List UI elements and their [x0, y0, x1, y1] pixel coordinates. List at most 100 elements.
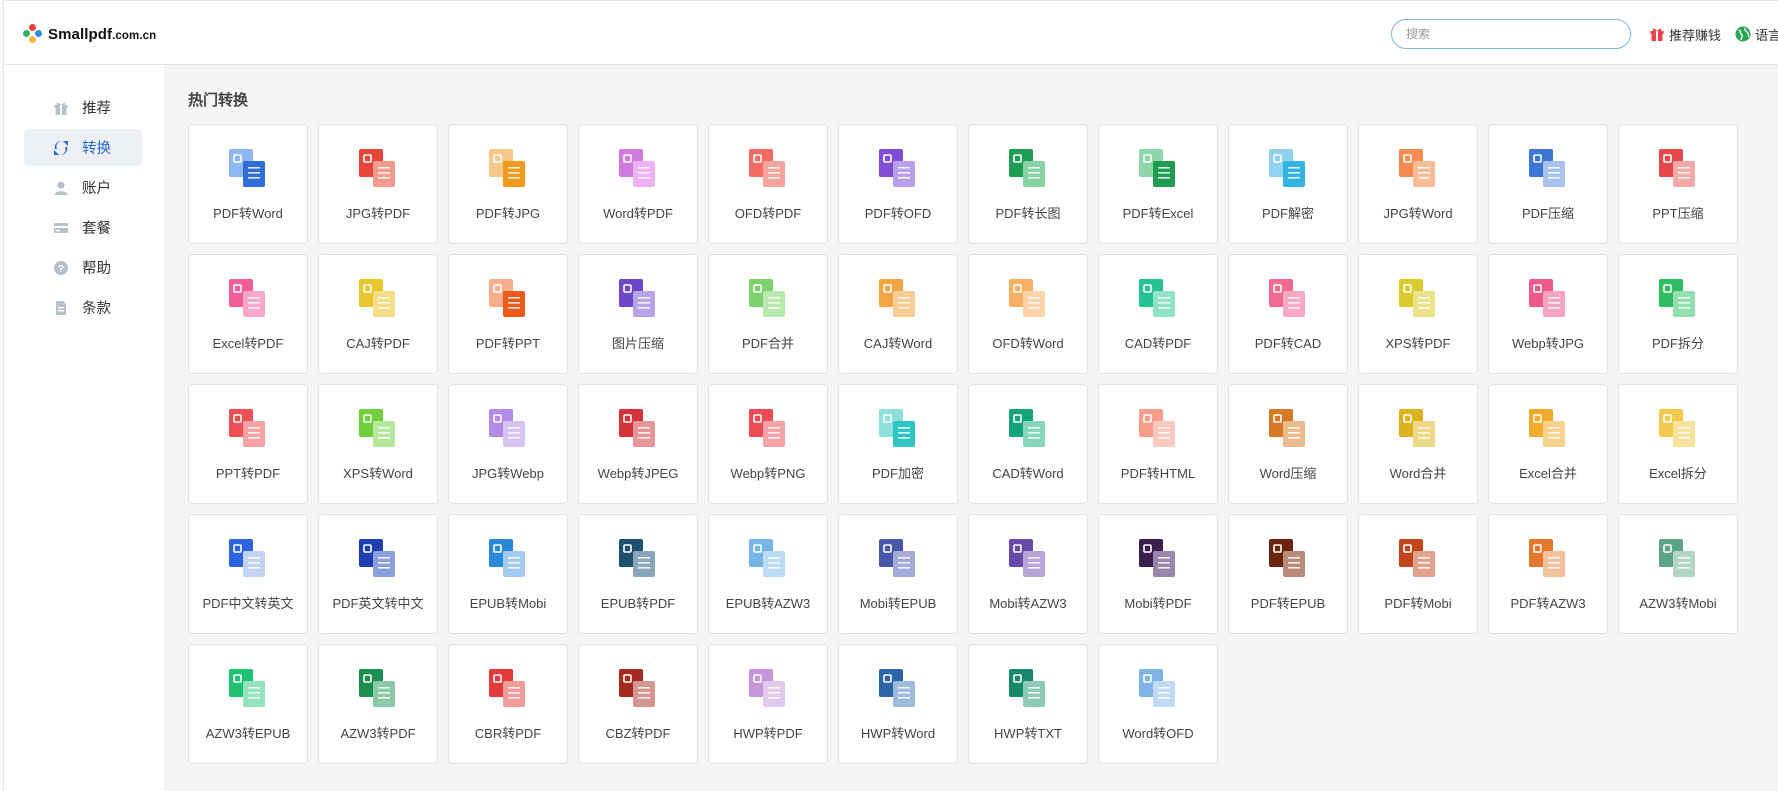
tool-card[interactable]: XPS转PDF	[1358, 254, 1478, 374]
tool-card[interactable]: XPS转Word	[318, 384, 438, 504]
tool-card[interactable]: PDF中文转英文	[188, 514, 308, 634]
tool-card[interactable]: JPG转PDF	[318, 124, 438, 244]
tool-card[interactable]: JPG转Word	[1358, 124, 1478, 244]
pdf-english-to-chinese-icon	[359, 539, 395, 577]
sidebar-item-terms[interactable]: 条款	[24, 289, 142, 326]
word-compress-icon	[1269, 409, 1305, 447]
tool-card[interactable]: PDF转PPT	[448, 254, 568, 374]
tool-card[interactable]: PDF合并	[708, 254, 828, 374]
tool-card-label: PDF解密	[1261, 206, 1314, 221]
pdf-to-jpg-icon	[489, 149, 525, 187]
tool-card[interactable]: PPT压缩	[1618, 124, 1738, 244]
tool-card[interactable]: CBR转PDF	[448, 644, 568, 764]
tool-card[interactable]: Excel拆分	[1618, 384, 1738, 504]
tool-card[interactable]: CAJ转PDF	[318, 254, 438, 374]
tool-card[interactable]: PDF转OFD	[838, 124, 958, 244]
tool-card-label: Mobi转PDF	[1124, 596, 1192, 611]
tool-card[interactable]: CBZ转PDF	[578, 644, 698, 764]
tool-card[interactable]: PPT转PDF	[188, 384, 308, 504]
pdf-to-long-image-icon	[1009, 149, 1045, 187]
tool-card[interactable]: Mobi转PDF	[1098, 514, 1218, 634]
tool-card[interactable]: EPUB转PDF	[578, 514, 698, 634]
tool-card[interactable]: Word转OFD	[1098, 644, 1218, 764]
tool-card[interactable]: Excel转PDF	[188, 254, 308, 374]
tool-card[interactable]: PDF转EPUB	[1228, 514, 1348, 634]
tool-card[interactable]: JPG转Webp	[448, 384, 568, 504]
search-input[interactable]	[1391, 19, 1631, 49]
tool-card[interactable]: Word压缩	[1228, 384, 1348, 504]
tool-card[interactable]: Word合并	[1358, 384, 1478, 504]
tool-card[interactable]: PDF拆分	[1618, 254, 1738, 374]
tool-card[interactable]: 图片压缩	[578, 254, 698, 374]
sidebar-item-help[interactable]: ? 帮助	[24, 249, 142, 286]
tool-card[interactable]: AZW3转PDF	[318, 644, 438, 764]
azw3-to-pdf-icon	[359, 669, 395, 707]
referral-link[interactable]: 推荐赚钱	[1649, 23, 1721, 45]
sidebar-item-account[interactable]: 账户	[24, 169, 142, 206]
sidebar-item-label: 推荐	[82, 101, 111, 117]
tool-card[interactable]: EPUB转AZW3	[708, 514, 828, 634]
tool-card[interactable]: CAD转Word	[968, 384, 1088, 504]
language-link[interactable]: 语言	[1735, 23, 1778, 45]
tool-card-label: HWP转Word	[860, 726, 936, 741]
tool-card-label: Mobi转AZW3	[989, 596, 1067, 611]
tool-card-label: PDF合并	[741, 336, 794, 351]
excel-split-icon	[1659, 409, 1695, 447]
tool-card[interactable]: CAJ转Word	[838, 254, 958, 374]
tool-card[interactable]: PDF解密	[1228, 124, 1348, 244]
tool-card[interactable]: AZW3转EPUB	[188, 644, 308, 764]
sidebar-item-convert[interactable]: 转换	[24, 129, 142, 166]
sidebar-item-recommend[interactable]: 推荐	[24, 89, 142, 126]
tool-card[interactable]: Webp转JPG	[1488, 254, 1608, 374]
tool-card-label: PDF转PPT	[475, 336, 541, 351]
logo[interactable]: Smallpdf.com.cn	[22, 22, 156, 46]
card-icon	[52, 219, 70, 237]
caj-to-word-icon	[879, 279, 915, 317]
tool-card[interactable]: CAD转PDF	[1098, 254, 1218, 374]
tool-card[interactable]: Excel合并	[1488, 384, 1608, 504]
tool-card[interactable]: PDF加密	[838, 384, 958, 504]
tool-card-label: Mobi转EPUB	[859, 596, 937, 611]
tool-card[interactable]: PDF转CAD	[1228, 254, 1348, 374]
tool-card-label: OFD转Word	[992, 336, 1064, 351]
tool-card-label: PDF拆分	[1651, 336, 1704, 351]
sidebar-item-label: 帮助	[82, 261, 111, 277]
tool-card[interactable]: PDF转AZW3	[1488, 514, 1608, 634]
tool-card[interactable]: PDF英文转中文	[318, 514, 438, 634]
tool-card[interactable]: PDF转Mobi	[1358, 514, 1478, 634]
pdf-decrypt-icon	[1269, 149, 1305, 187]
tool-card[interactable]: AZW3转Mobi	[1618, 514, 1738, 634]
tool-card[interactable]: Webp转JPEG	[578, 384, 698, 504]
tool-card[interactable]: Mobi转AZW3	[968, 514, 1088, 634]
language-label: 语言	[1755, 27, 1778, 43]
tool-card[interactable]: PDF转Word	[188, 124, 308, 244]
tool-card[interactable]: Word转PDF	[578, 124, 698, 244]
tool-card[interactable]: HWP转Word	[838, 644, 958, 764]
image-compress-icon	[619, 279, 655, 317]
tool-card[interactable]: PDF压缩	[1488, 124, 1608, 244]
tool-card[interactable]: OFD转Word	[968, 254, 1088, 374]
referral-label: 推荐赚钱	[1669, 27, 1722, 43]
tool-card[interactable]: EPUB转Mobi	[448, 514, 568, 634]
tool-card[interactable]: PDF转Excel	[1098, 124, 1218, 244]
mobi-to-epub-icon	[879, 539, 915, 577]
tool-card[interactable]: HWP转PDF	[708, 644, 828, 764]
sidebar-item-plans[interactable]: 套餐	[24, 209, 142, 246]
tool-card-label: Word合并	[1389, 466, 1447, 481]
convert-icon	[52, 139, 70, 157]
tool-card-label: CAJ转Word	[863, 336, 933, 351]
tool-card[interactable]: HWP转TXT	[968, 644, 1088, 764]
tool-card[interactable]: OFD转PDF	[708, 124, 828, 244]
tool-card[interactable]: PDF转HTML	[1098, 384, 1218, 504]
tool-card-label: PDF转Word	[213, 206, 283, 221]
hwp-to-pdf-icon	[749, 669, 785, 707]
tool-card[interactable]: PDF转长图	[968, 124, 1088, 244]
cad-to-pdf-icon	[1139, 279, 1175, 317]
tool-card[interactable]: Webp转PNG	[708, 384, 828, 504]
tool-card-label: Word转OFD	[1122, 726, 1194, 741]
tool-card[interactable]: Mobi转EPUB	[838, 514, 958, 634]
tool-card[interactable]: PDF转JPG	[448, 124, 568, 244]
webp-to-jpg-icon	[1529, 279, 1565, 317]
pdf-to-cad-icon	[1269, 279, 1305, 317]
pdf-to-ppt-icon	[489, 279, 525, 317]
